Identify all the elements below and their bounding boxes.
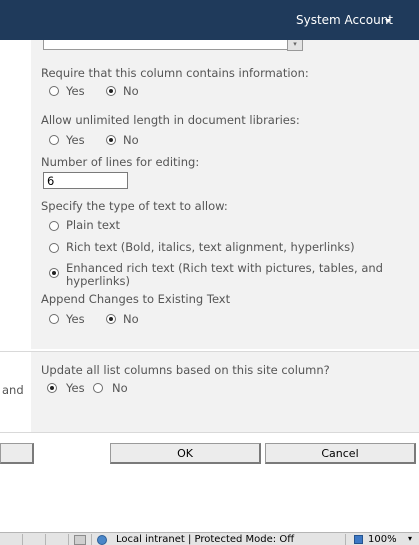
update-description-fragment: and	[2, 383, 24, 397]
field-scroll-button[interactable]: ▾	[287, 40, 303, 51]
delete-button[interactable]	[0, 443, 34, 464]
zoom-level[interactable]: 100%	[368, 534, 397, 545]
append-label: Append Changes to Existing Text	[41, 292, 231, 306]
status-divider	[345, 534, 346, 545]
account-menu[interactable]: System Account	[296, 13, 393, 27]
append-yes-radio[interactable]	[49, 314, 59, 324]
required-label: Require that this column contains inform…	[41, 66, 309, 80]
append-no-radio[interactable]	[106, 314, 116, 324]
append-no-label: No	[123, 312, 139, 326]
unlimited-yes-radio[interactable]	[49, 135, 59, 145]
lines-input[interactable]	[43, 172, 128, 189]
update-yes-label: Yes	[66, 381, 85, 395]
enhanced-rich-text-radio[interactable]	[49, 268, 59, 278]
status-divider	[91, 534, 92, 545]
rich-text-radio[interactable]	[49, 243, 59, 253]
append-yes-label: Yes	[66, 312, 85, 326]
plain-text-radio[interactable]	[49, 221, 59, 231]
status-divider	[68, 534, 69, 545]
security-zone-text[interactable]: Local intranet | Protected Mode: Off	[116, 534, 294, 545]
status-divider	[45, 534, 46, 545]
required-no-label: No	[123, 84, 139, 98]
plain-text-label: Plain text	[66, 218, 121, 232]
section-divider	[0, 432, 419, 433]
required-yes-label: Yes	[66, 84, 85, 98]
unlimited-yes-label: Yes	[66, 133, 85, 147]
required-no-radio[interactable]	[106, 86, 116, 96]
required-yes-radio[interactable]	[49, 86, 59, 96]
description-field[interactable]	[43, 40, 302, 50]
cancel-button[interactable]: Cancel	[265, 443, 416, 464]
update-no-label: No	[112, 381, 128, 395]
update-yes-radio[interactable]	[47, 383, 57, 393]
rich-text-label: Rich text (Bold, italics, text alignment…	[66, 240, 355, 254]
status-divider	[22, 534, 23, 545]
unlimited-no-label: No	[123, 133, 139, 147]
enhanced-rich-text-label: Enhanced rich text (Rich text with pictu…	[66, 261, 383, 275]
enhanced-rich-text-label-cont: hyperlinks)	[66, 274, 131, 288]
text-type-label: Specify the type of text to allow:	[41, 199, 228, 213]
update-no-radio[interactable]	[93, 383, 103, 393]
update-label: Update all list columns based on this si…	[41, 363, 330, 377]
lines-label: Number of lines for editing:	[41, 155, 200, 169]
browser-status-bar: Local intranet | Protected Mode: Off 100…	[0, 532, 419, 545]
unlimited-length-label: Allow unlimited length in document libra…	[41, 113, 300, 127]
zoom-dropdown-icon[interactable]: ▾	[408, 534, 412, 543]
ok-button[interactable]: OK	[110, 443, 261, 464]
unlimited-no-radio[interactable]	[106, 135, 116, 145]
chevron-down-icon[interactable]	[385, 19, 391, 23]
zoom-icon[interactable]	[354, 535, 363, 544]
